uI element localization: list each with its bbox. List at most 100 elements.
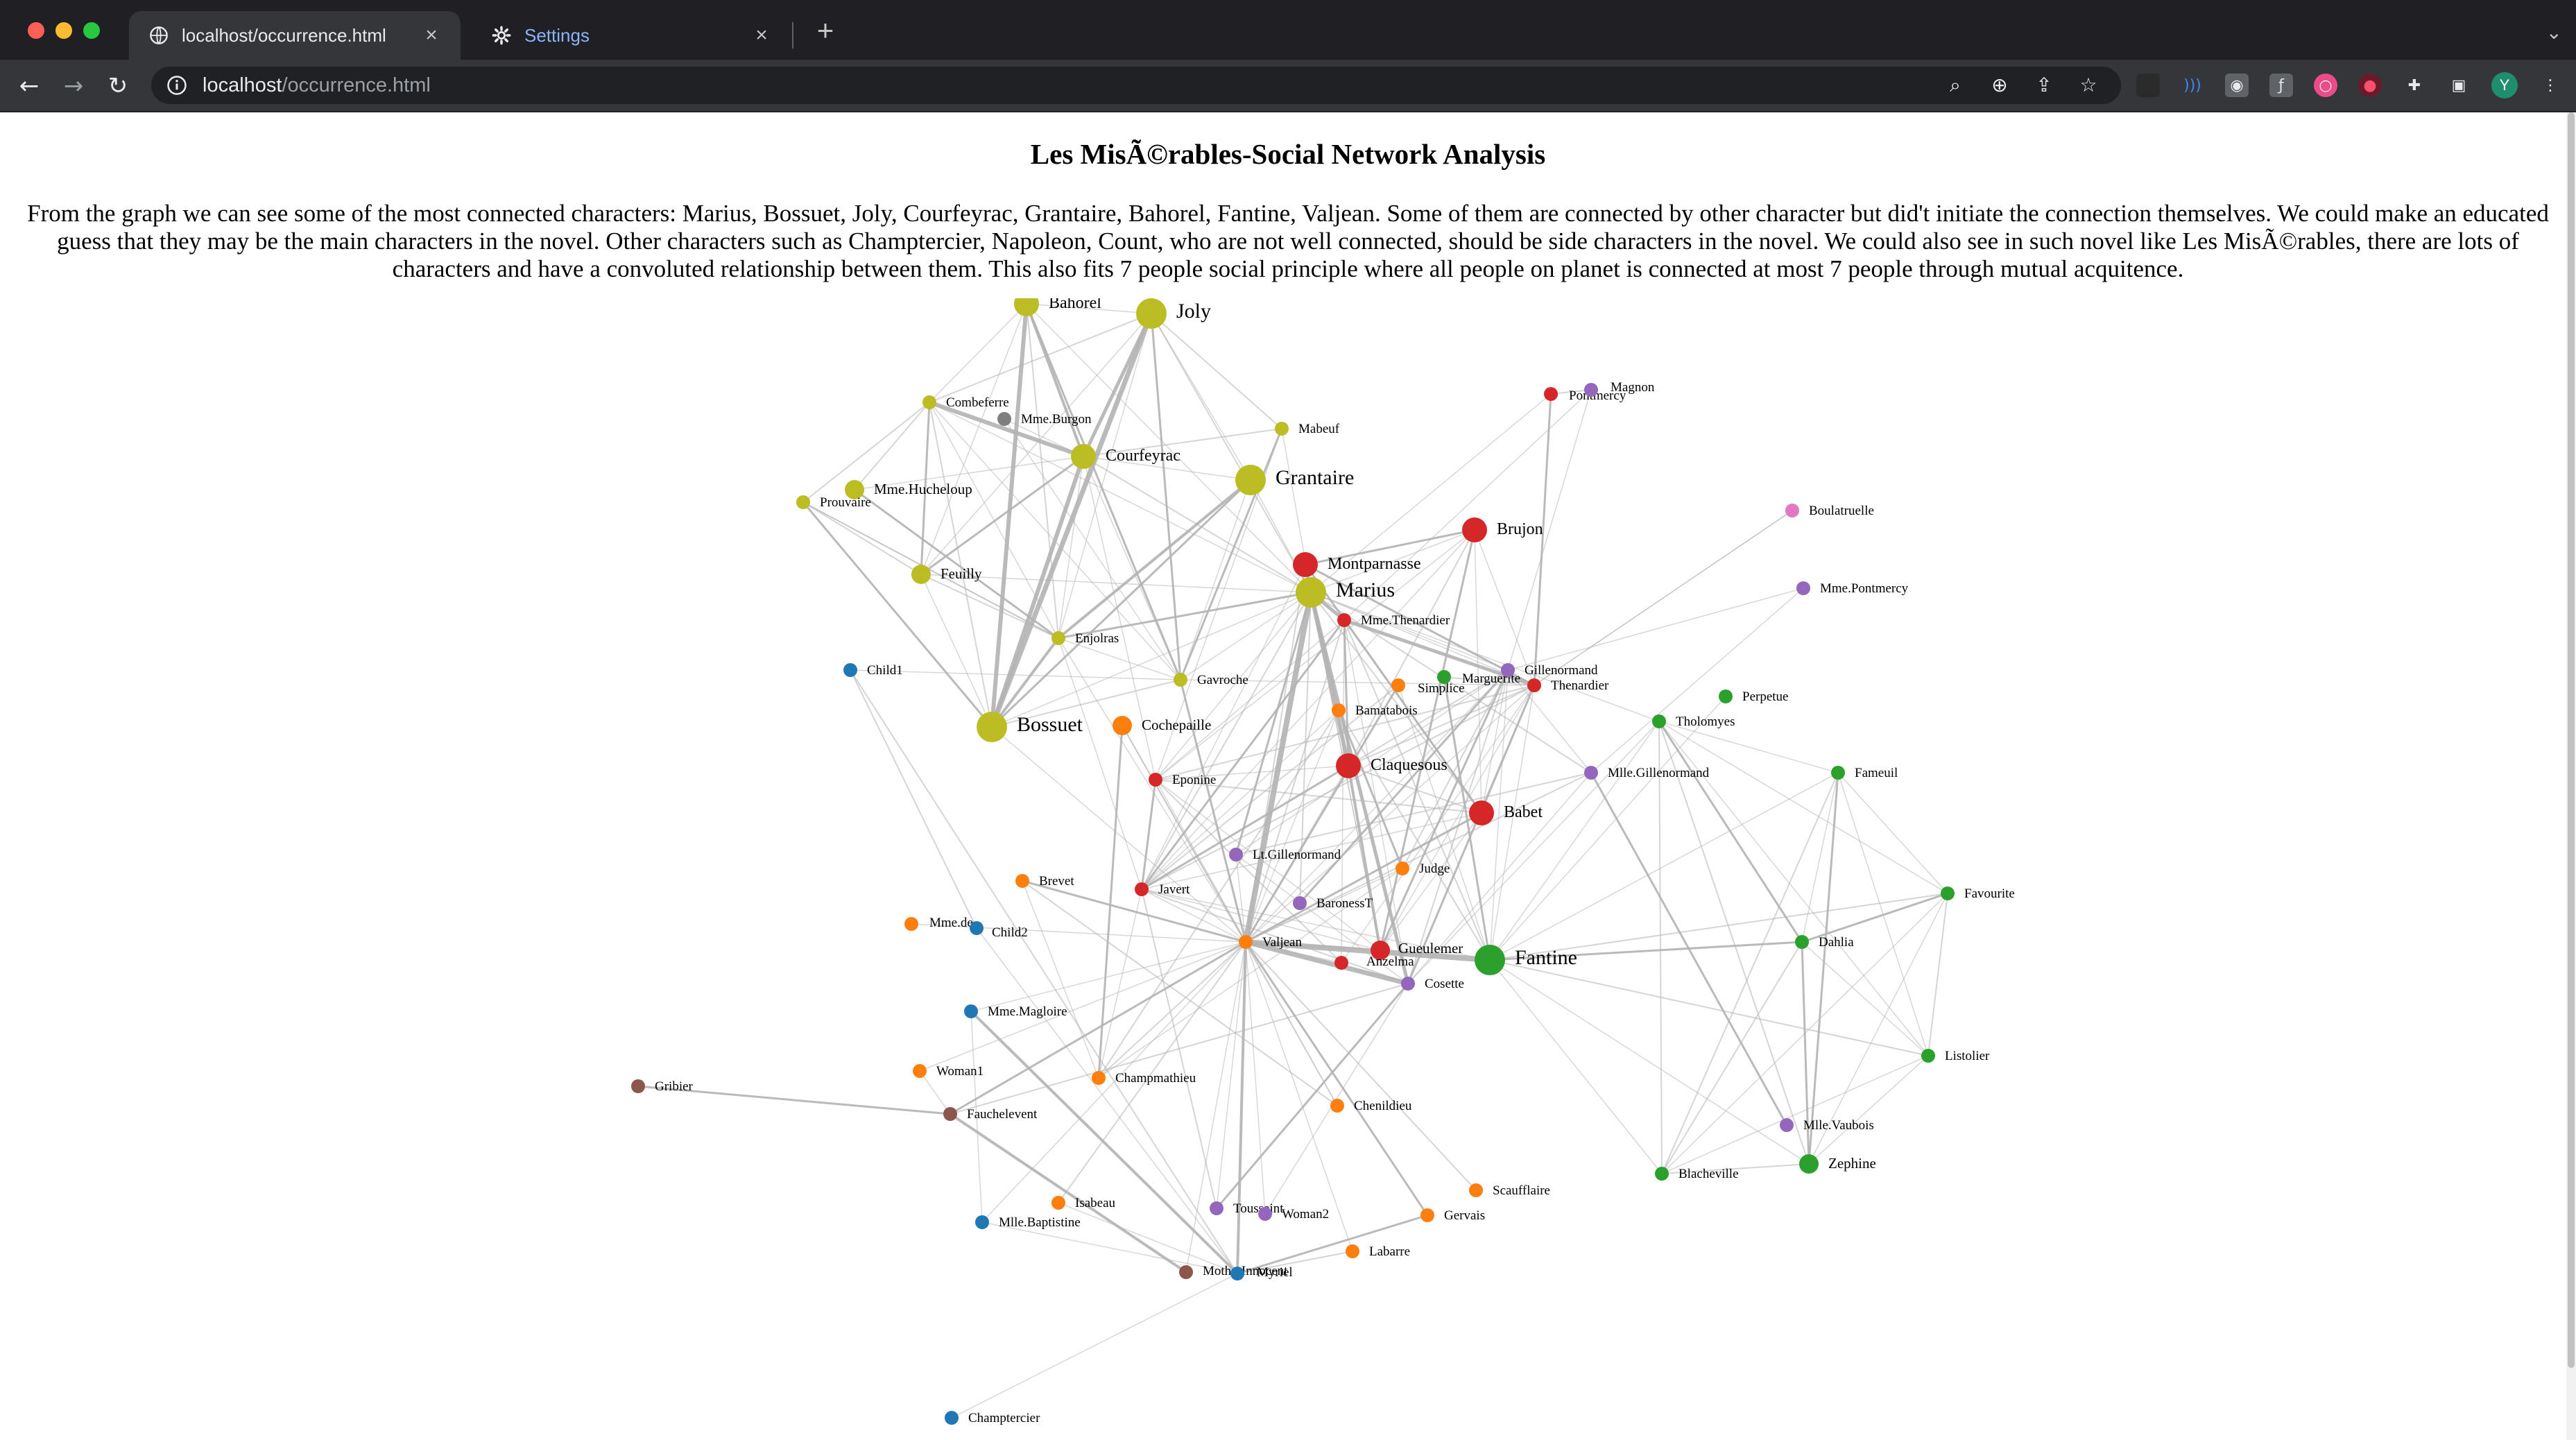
node-circle[interactable]	[913, 1064, 927, 1078]
graph-node[interactable]: Valjean	[1239, 935, 1302, 950]
node-circle[interactable]	[1071, 444, 1096, 469]
search-icon[interactable]: ⌕	[1943, 74, 1967, 97]
node-circle[interactable]	[1258, 1207, 1272, 1221]
graph-node[interactable]: Isabeau	[1051, 1196, 1116, 1210]
node-circle[interactable]	[1293, 552, 1318, 577]
extension-dark-icon[interactable]	[2136, 74, 2160, 97]
graph-node[interactable]: Lt.Gillenormand	[1229, 848, 1341, 862]
graph-node[interactable]: Feuilly	[911, 565, 982, 584]
graph-node[interactable]: Mme.Pontmercy	[1796, 581, 1909, 596]
node-circle[interactable]	[945, 1411, 959, 1425]
node-circle[interactable]	[1584, 383, 1598, 397]
node-circle[interactable]	[1296, 577, 1326, 608]
graph-node[interactable]: Tholomyes	[1652, 714, 1735, 729]
graph-node[interactable]: Scaufflaire	[1469, 1183, 1550, 1198]
node-circle[interactable]	[843, 663, 857, 677]
graph-node[interactable]: Toussaint	[1210, 1201, 1284, 1216]
graph-node[interactable]: Myriel	[1230, 1265, 1293, 1280]
minimize-window-button[interactable]	[55, 22, 72, 39]
node-circle[interactable]	[1051, 631, 1065, 645]
graph-node[interactable]: Boulatruelle	[1785, 504, 1874, 518]
graph-node[interactable]: Prouvaire	[796, 495, 871, 510]
node-circle[interactable]	[1135, 882, 1149, 896]
graph-node[interactable]: Bahorel	[1014, 298, 1101, 316]
node-circle[interactable]	[1179, 1265, 1193, 1279]
node-circle[interactable]	[943, 1107, 957, 1121]
graph-node[interactable]: Gribier	[631, 1079, 694, 1094]
graph-node[interactable]: Brujon	[1462, 517, 1543, 542]
node-circle[interactable]	[904, 917, 918, 931]
node-circle[interactable]	[631, 1079, 645, 1093]
graph-node[interactable]: Gavroche	[1174, 673, 1248, 687]
graph-node[interactable]: Mme.Magloire	[964, 1004, 1067, 1019]
node-circle[interactable]	[1584, 766, 1598, 780]
share-icon[interactable]: ⇪	[2032, 74, 2056, 97]
graph-node[interactable]: Magnon	[1584, 380, 1655, 397]
address-bar[interactable]: localhost/occurrence.html ⌕ ⊕ ⇪ ☆	[151, 67, 2121, 104]
node-circle[interactable]	[1229, 848, 1243, 862]
node-circle[interactable]	[1330, 1099, 1344, 1113]
node-circle[interactable]	[1275, 422, 1289, 436]
scrollbar[interactable]	[2566, 112, 2576, 1440]
graph-node[interactable]: Mme.Burgon	[997, 412, 1092, 427]
node-circle[interactable]	[1655, 1167, 1669, 1181]
node-circle[interactable]	[1401, 977, 1415, 991]
node-circle[interactable]	[1799, 1154, 1819, 1174]
node-circle[interactable]	[1795, 935, 1809, 949]
graph-node[interactable]: Simplice	[1391, 678, 1465, 696]
node-circle[interactable]	[1235, 465, 1266, 495]
node-circle[interactable]	[1149, 773, 1162, 787]
node-circle[interactable]	[1652, 714, 1666, 728]
camera-icon[interactable]: ◉	[2225, 74, 2249, 97]
node-circle[interactable]	[1475, 945, 1505, 975]
graph-node[interactable]: Bamatabois	[1332, 703, 1418, 718]
forward-button[interactable]: →	[60, 72, 87, 100]
graph-node[interactable]: Bossuet	[977, 712, 1083, 742]
zoom-icon[interactable]: ⊕	[1988, 74, 2011, 97]
info-icon[interactable]	[166, 75, 187, 96]
node-circle[interactable]	[1462, 517, 1487, 542]
graph-node[interactable]: Champtercier	[945, 1411, 1040, 1425]
node-circle[interactable]	[1396, 862, 1409, 875]
node-circle[interactable]	[1332, 703, 1346, 717]
node-circle[interactable]	[1113, 716, 1132, 735]
node-circle[interactable]	[1831, 766, 1845, 780]
node-circle[interactable]	[1336, 753, 1361, 778]
sidebar-icon[interactable]: ▣	[2447, 74, 2471, 97]
avatar[interactable]: Y	[2491, 72, 2518, 98]
network-graph[interactable]: Bahorel Joly Combeferre Mme.Burgon Mabeuf Cou…	[0, 298, 2576, 1440]
graph-node[interactable]: Dahlia	[1795, 935, 1854, 950]
node-circle[interactable]	[1346, 1244, 1359, 1258]
graph-node[interactable]: Blacheville	[1655, 1167, 1739, 1181]
graph-node[interactable]: Combeferre	[922, 395, 1009, 410]
reload-button[interactable]: ↻	[104, 72, 132, 100]
node-circle[interactable]	[964, 1004, 978, 1018]
extension-record-icon[interactable]: ●	[2358, 74, 2382, 97]
node-circle[interactable]	[1469, 1183, 1483, 1197]
node-circle[interactable]	[997, 412, 1011, 426]
node-circle[interactable]	[1501, 663, 1515, 677]
graph-node[interactable]: Child1	[843, 663, 903, 678]
tab-settings[interactable]: Settings ×	[472, 11, 791, 60]
node-circle[interactable]	[1015, 874, 1029, 888]
graph-node[interactable]: Grantaire	[1235, 465, 1354, 495]
node-circle[interactable]	[1391, 678, 1405, 692]
node-circle[interactable]	[1136, 298, 1167, 329]
graph-node[interactable]: Child2	[970, 921, 1028, 940]
graph-node[interactable]: Anzelma	[1334, 954, 1414, 970]
node-circle[interactable]	[977, 712, 1007, 742]
node-circle[interactable]	[1174, 673, 1187, 687]
node-circle[interactable]	[1941, 886, 1955, 900]
graph-node[interactable]: Listolier	[1921, 1049, 1990, 1063]
extension-script-icon[interactable]: ƒ	[2269, 74, 2293, 97]
graph-node[interactable]: Montparnasse	[1293, 552, 1421, 577]
bookmark-star-icon[interactable]: ☆	[2077, 74, 2100, 97]
graph-node[interactable]: Brevet	[1015, 874, 1074, 889]
graph-node[interactable]: Cosette	[1401, 977, 1464, 991]
graph-node[interactable]: Cochepaille	[1113, 716, 1211, 735]
graph-node[interactable]: Thenardier	[1527, 678, 1609, 693]
node-circle[interactable]	[1210, 1201, 1223, 1215]
node-circle[interactable]	[922, 395, 936, 409]
graph-node[interactable]: Claquesous	[1336, 753, 1448, 778]
node-circle[interactable]	[1092, 1071, 1106, 1085]
